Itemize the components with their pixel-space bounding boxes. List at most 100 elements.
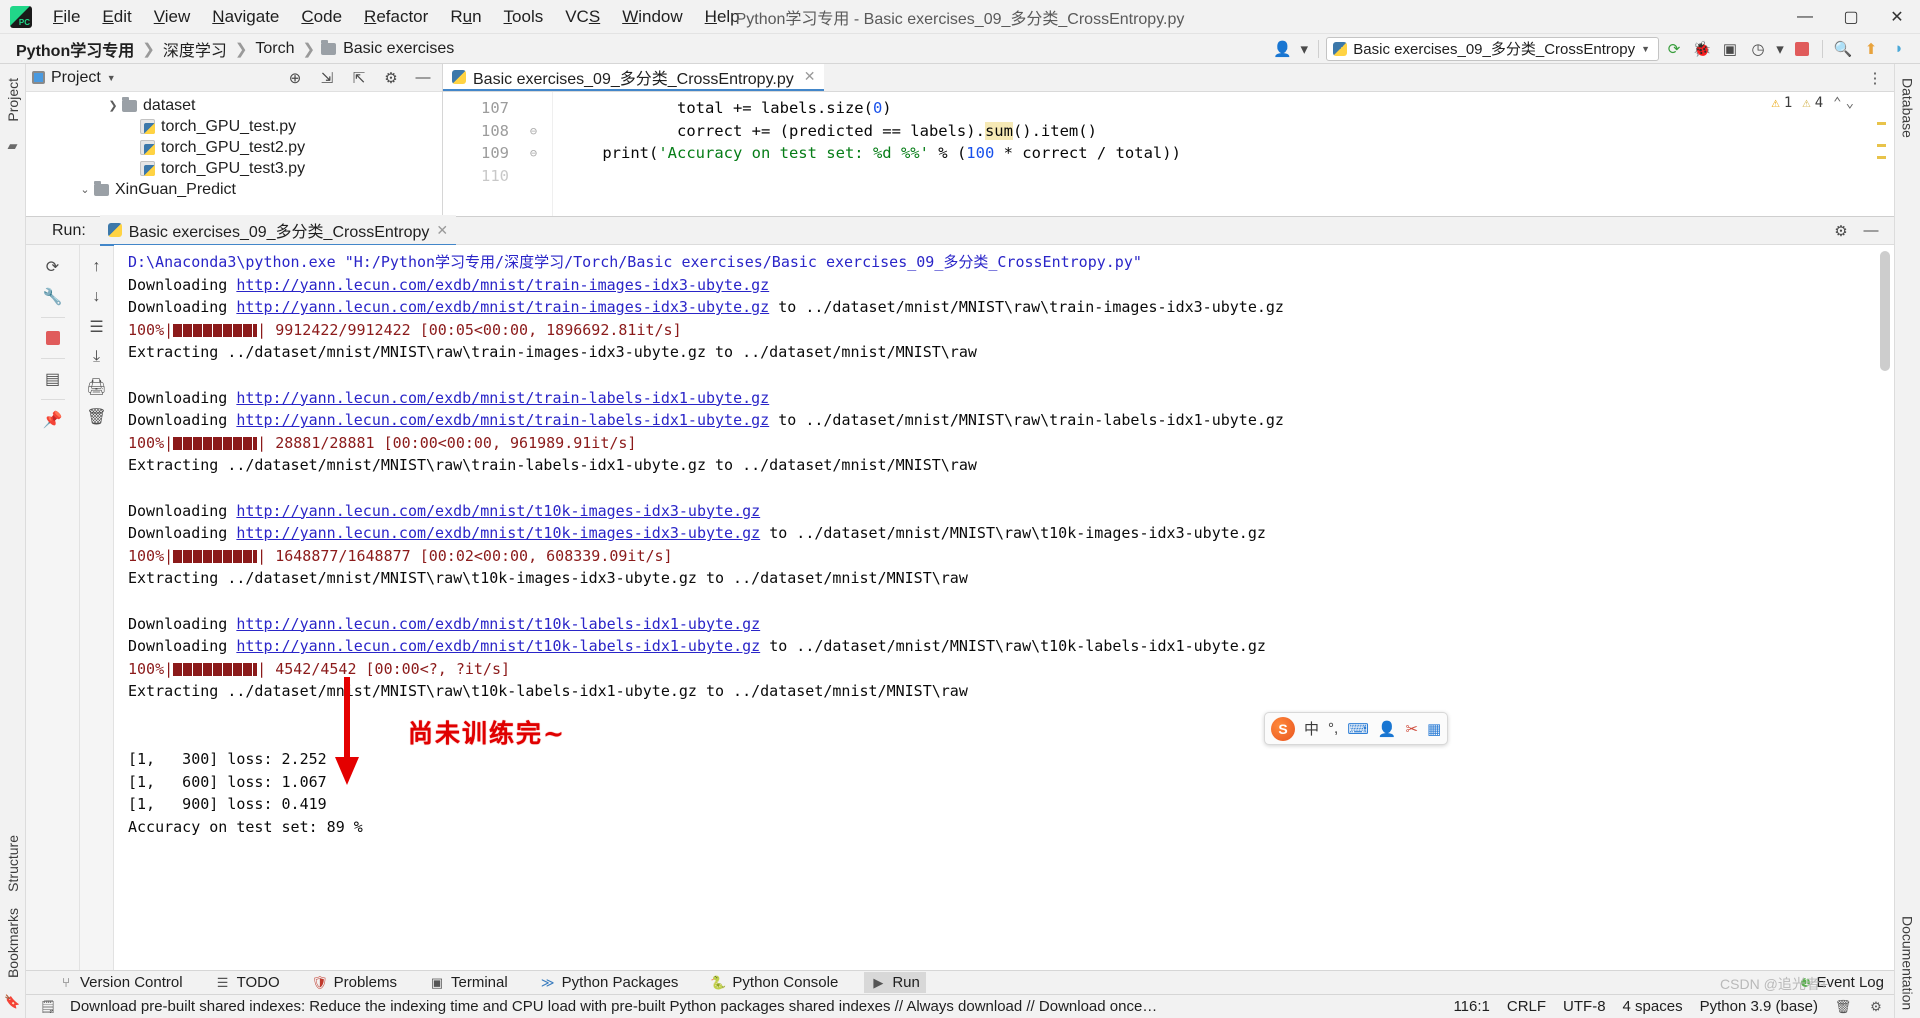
tool-button-python-packages[interactable]: ≫ Python Packages	[534, 972, 685, 993]
layout-icon[interactable]: ▤	[38, 365, 68, 393]
user-dropdown-icon[interactable]: ▾	[1297, 37, 1311, 61]
settings-wrench-icon[interactable]: 🔧	[38, 283, 68, 311]
console-link[interactable]: http://yann.lecun.com/exdb/mnist/t10k-la…	[236, 637, 760, 655]
stop-icon[interactable]	[1789, 37, 1815, 61]
chevron-down-icon[interactable]: ⌄	[1846, 95, 1854, 111]
settings-gear-icon[interactable]: ⚙	[1828, 219, 1854, 243]
menu-vcs[interactable]: VCS	[554, 2, 611, 32]
sidebar-item-documentation[interactable]: Documentation	[1896, 908, 1920, 1018]
tool-button-todo[interactable]: ☰ TODO	[209, 972, 286, 993]
code-editor[interactable]: 107 108 109 110 ⊖ ⊖ total += labels.size(…	[443, 92, 1894, 216]
sidebar-item-database[interactable]: Database	[1896, 70, 1920, 146]
tool-button-terminal[interactable]: ▣ Terminal	[423, 972, 514, 993]
scissors-icon[interactable]: ✂	[1406, 720, 1419, 738]
menu-window[interactable]: Window	[611, 2, 693, 32]
ime-toolbar[interactable]: S 中 °, ⌨ 👤 ✂ ▦	[1264, 712, 1449, 745]
minimize-button[interactable]: —	[1782, 0, 1828, 33]
settings-icon[interactable]: ⚙	[1868, 999, 1884, 1015]
scroll-up-icon[interactable]: ↑	[82, 253, 112, 281]
console-link[interactable]: http://yann.lecun.com/exdb/mnist/train-i…	[236, 298, 769, 316]
file-encoding[interactable]: UTF-8	[1563, 998, 1606, 1015]
menu-tools[interactable]: Tools	[493, 2, 555, 32]
editor-marker-bar[interactable]	[1876, 94, 1886, 214]
debug-icon[interactable]: 🐞	[1689, 37, 1715, 61]
tool-button-run[interactable]: ▶ Run	[864, 972, 926, 993]
pin-icon[interactable]: 📌	[38, 406, 68, 434]
console-link[interactable]: http://yann.lecun.com/exdb/mnist/train-l…	[236, 411, 769, 429]
soft-wrap-icon[interactable]: ☰	[82, 313, 112, 341]
tree-node-xinguan-predict[interactable]: ⌄ XinGuan_Predict	[26, 179, 442, 200]
tree-node-torch-gpu-test[interactable]: torch_GPU_test.py	[26, 116, 442, 137]
print-icon[interactable]: 🖨	[82, 373, 112, 401]
maximize-button[interactable]: ▢	[1828, 0, 1874, 33]
coverage-icon[interactable]: ▣	[1717, 37, 1743, 61]
menu-edit[interactable]: Edit	[91, 2, 142, 32]
editor-tab-crossentropy[interactable]: Basic exercises_09_多分类_CrossEntropy.py ✕	[443, 64, 825, 91]
user-dict-icon[interactable]: 👤	[1378, 720, 1397, 738]
close-icon[interactable]: ✕	[436, 222, 448, 239]
console-link[interactable]: http://yann.lecun.com/exdb/mnist/t10k-la…	[236, 615, 760, 633]
clear-all-icon[interactable]: 🗑	[82, 403, 112, 431]
console-link[interactable]: http://yann.lecun.com/exdb/mnist/t10k-im…	[236, 524, 760, 542]
notification-icon[interactable]: 🗒	[40, 999, 57, 1015]
event-log-label[interactable]: Event Log	[1816, 974, 1884, 991]
expand-all-icon[interactable]: ⇲	[314, 67, 340, 89]
tool-button-version-control[interactable]: ⑂ Version Control	[52, 972, 189, 993]
menu-refactor[interactable]: Refactor	[353, 2, 439, 32]
chevron-down-icon[interactable]: ⌄	[76, 183, 94, 196]
ime-punctuation-icon[interactable]: °,	[1328, 720, 1338, 737]
chevron-down-icon[interactable]: ▼	[107, 73, 116, 83]
menu-help[interactable]: Help	[694, 2, 751, 32]
caret-position[interactable]: 116:1	[1453, 998, 1489, 1015]
console-scrollbar[interactable]	[1880, 251, 1890, 964]
sogou-logo-icon[interactable]: S	[1271, 716, 1295, 741]
run-tab-crossentropy[interactable]: Basic exercises_09_多分类_CrossEntropy ✕	[99, 215, 457, 246]
code-folding-gutter[interactable]: ⊖ ⊖	[515, 92, 553, 216]
menu-navigate[interactable]: Navigate	[201, 2, 290, 32]
locate-file-icon[interactable]: ⊕	[282, 67, 308, 89]
more-options-icon[interactable]: ⋮	[1862, 66, 1888, 90]
breadcrumb-item-1[interactable]: 深度学习	[161, 37, 229, 61]
chevron-right-icon[interactable]: ❯	[104, 99, 122, 112]
close-button[interactable]: ✕	[1874, 0, 1920, 33]
run-console-output[interactable]: D:\Anaconda3\python.exe "H:/Python学习专用/深…	[114, 245, 1894, 970]
menu-code[interactable]: Code	[290, 2, 353, 32]
profile-dropdown-icon[interactable]: ▾	[1773, 37, 1787, 61]
ime-mode-label[interactable]: 中	[1304, 718, 1319, 739]
console-link[interactable]: http://yann.lecun.com/exdb/mnist/train-l…	[236, 389, 769, 407]
tree-node-torch-gpu-test2[interactable]: torch_GPU_test2.py	[26, 137, 442, 158]
indent-setting[interactable]: 4 spaces	[1623, 998, 1683, 1015]
tree-node-torch-gpu-test3[interactable]: torch_GPU_test3.py	[26, 158, 442, 179]
tool-button-problems[interactable]: 🛡 Problems	[306, 972, 403, 993]
scroll-down-icon[interactable]: ↓	[82, 283, 112, 311]
keyboard-icon[interactable]: ⌨	[1347, 720, 1369, 738]
tree-node-dataset[interactable]: ❯ dataset	[26, 95, 442, 116]
sidebar-item-project[interactable]: Project	[1, 70, 25, 130]
rerun-icon[interactable]: ⟳	[1661, 37, 1687, 61]
profile-icon[interactable]: ◷	[1745, 37, 1771, 61]
breadcrumb-item-0[interactable]: Python学习专用	[14, 37, 136, 61]
status-message[interactable]: Download pre-built shared indexes: Reduc…	[70, 998, 1160, 1015]
menu-view[interactable]: View	[143, 2, 202, 32]
breadcrumb-item-3[interactable]: Basic exercises	[341, 40, 456, 58]
tool-button-python-console[interactable]: 🐍 Python Console	[704, 972, 844, 993]
python-interpreter[interactable]: Python 3.9 (base)	[1700, 998, 1818, 1015]
close-icon[interactable]: ✕	[804, 68, 816, 85]
trash-icon[interactable]: 🗑	[1835, 999, 1852, 1015]
ide-assistant-icon[interactable]: ◗	[1886, 37, 1912, 61]
console-link[interactable]: http://yann.lecun.com/exdb/mnist/train-i…	[236, 276, 769, 294]
apps-icon[interactable]: ▦	[1427, 720, 1441, 738]
update-icon[interactable]: ⬆	[1858, 37, 1884, 61]
menu-run[interactable]: Run	[439, 2, 492, 32]
breadcrumb-item-2[interactable]: Torch	[253, 40, 296, 58]
menu-file[interactable]: File	[42, 2, 91, 32]
user-icon[interactable]: 👤	[1269, 37, 1295, 61]
sidebar-item-bookmarks[interactable]: Bookmarks	[1, 900, 25, 986]
hide-panel-icon[interactable]: —	[410, 67, 436, 89]
settings-gear-icon[interactable]: ⚙	[378, 67, 404, 89]
chevron-up-icon[interactable]: ⌃	[1833, 95, 1841, 111]
sidebar-item-structure[interactable]: Structure	[1, 827, 25, 900]
console-link[interactable]: http://yann.lecun.com/exdb/mnist/t10k-im…	[236, 502, 760, 520]
stop-icon[interactable]	[38, 324, 68, 352]
run-configuration-selector[interactable]: Basic exercises_09_多分类_CrossEntropy ▼	[1326, 36, 1659, 61]
